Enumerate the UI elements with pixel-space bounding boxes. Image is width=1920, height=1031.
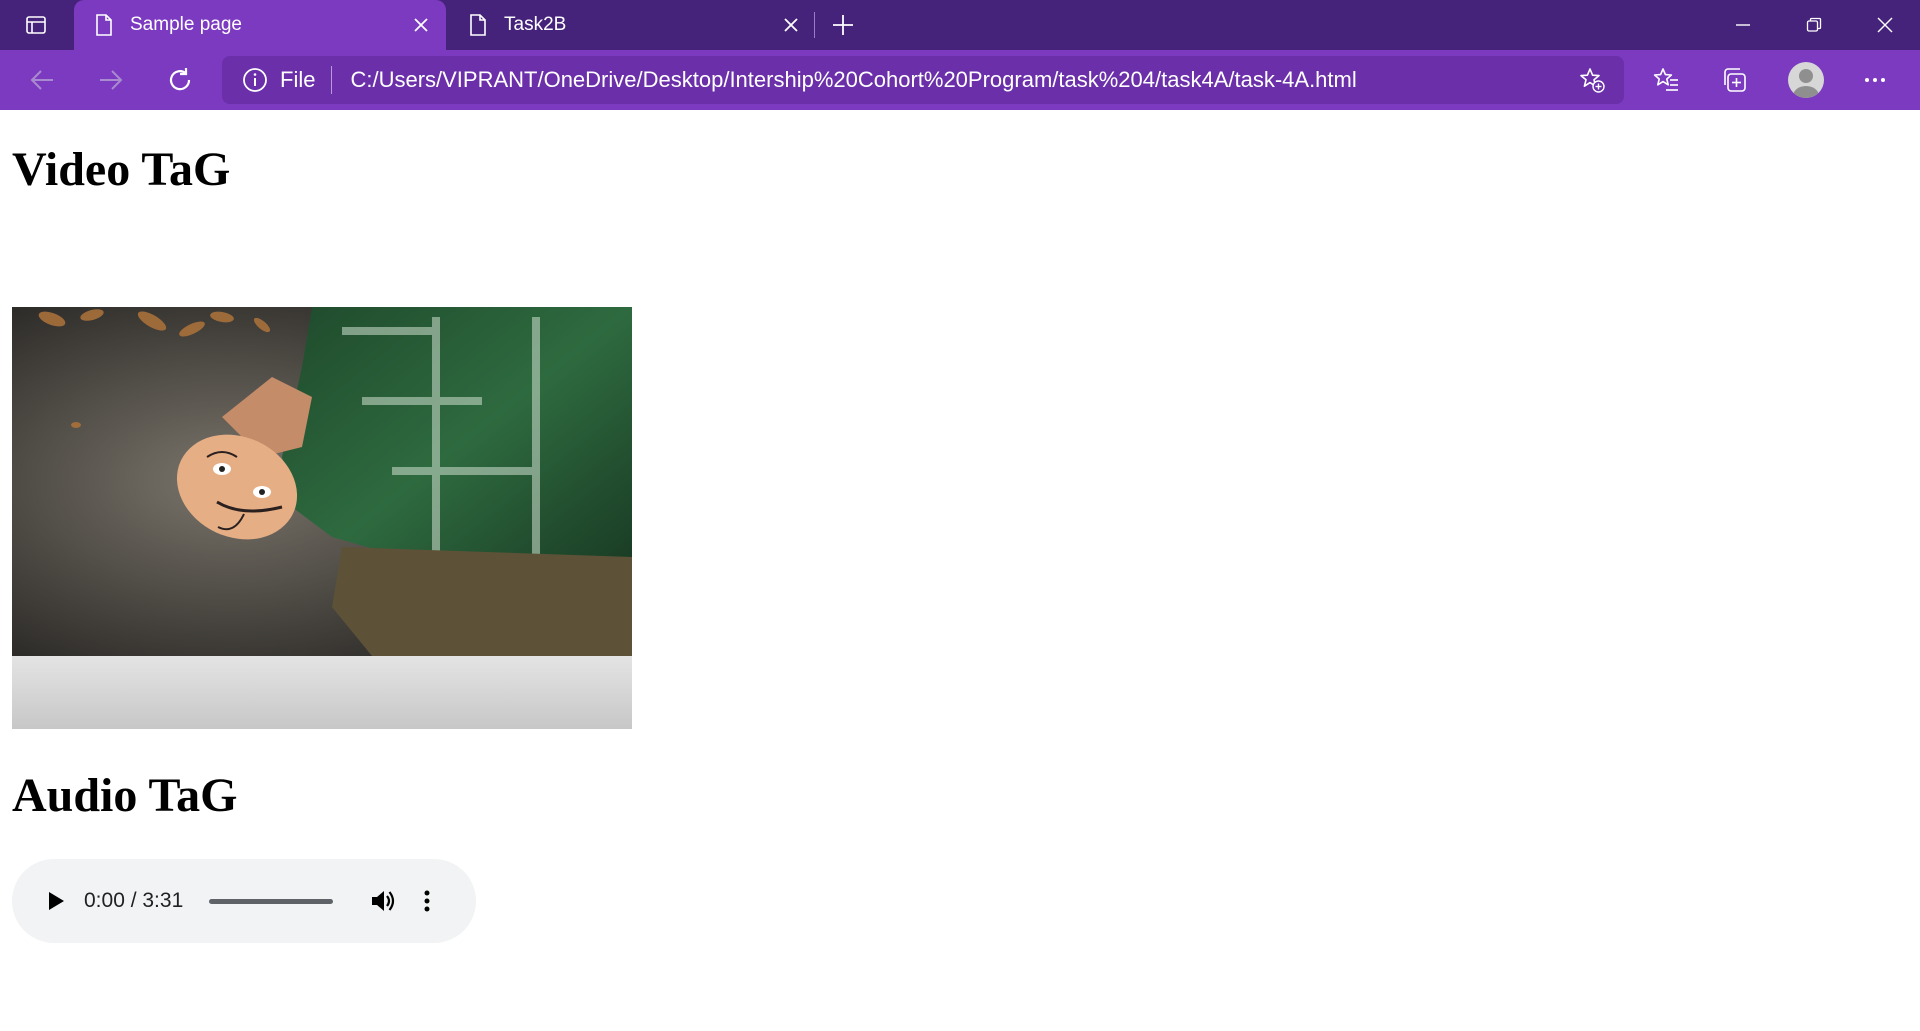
- favorites-button[interactable]: [1643, 58, 1689, 102]
- tab-separator: [814, 12, 815, 38]
- settings-more-button[interactable]: [1852, 58, 1898, 102]
- close-icon: [1877, 17, 1893, 33]
- back-button[interactable]: [20, 58, 64, 102]
- audio-player: 0:00 / 3:31: [12, 859, 476, 943]
- arrow-left-icon: [30, 70, 53, 90]
- video-frame: [12, 307, 632, 656]
- video-player[interactable]: [12, 307, 632, 729]
- new-tab-button[interactable]: [826, 8, 860, 42]
- plus-icon: [833, 15, 853, 35]
- profile-button[interactable]: [1783, 58, 1829, 102]
- audio-more-button[interactable]: [415, 885, 439, 917]
- address-url[interactable]: C:/Users/VIPRANT/OneDrive/Desktop/Inters…: [350, 67, 1572, 93]
- close-tab-icon[interactable]: [776, 10, 806, 40]
- audio-time-display: 0:00 / 3:31: [84, 889, 184, 912]
- address-bar[interactable]: File C:/Users/VIPRANT/OneDrive/Desktop/I…: [222, 56, 1624, 104]
- play-icon: [49, 892, 64, 910]
- audio-seek-bar[interactable]: [209, 898, 334, 904]
- avatar: [1788, 62, 1824, 98]
- video-controls-area[interactable]: [12, 656, 632, 729]
- arrow-right-icon: [100, 70, 123, 90]
- close-tab-icon[interactable]: [406, 10, 436, 40]
- close-window-button[interactable]: [1850, 0, 1920, 50]
- minimize-icon: [1736, 24, 1750, 26]
- page-icon: [94, 13, 114, 37]
- tab-label: Sample page: [130, 14, 242, 35]
- restore-button[interactable]: [1779, 0, 1849, 50]
- site-info-icon[interactable]: [242, 67, 268, 93]
- tab-label: Task2B: [504, 14, 567, 35]
- add-favorite-icon[interactable]: [1572, 60, 1612, 100]
- volume-button[interactable]: [367, 885, 399, 917]
- page-content: Video TaG Audio TaG 0:00 / 3:31: [0, 110, 1920, 1031]
- collections-button[interactable]: [1711, 58, 1757, 102]
- minimize-button[interactable]: [1708, 0, 1778, 50]
- audio-heading: Audio TaG: [12, 769, 238, 822]
- tab-actions-icon: [26, 16, 46, 34]
- browser-toolbar: File C:/Users/VIPRANT/OneDrive/Desktop/I…: [0, 50, 1920, 110]
- file-label: File: [280, 67, 316, 92]
- more-vertical-icon: [424, 890, 430, 912]
- more-horizontal-icon: [1865, 78, 1885, 82]
- page-icon: [468, 13, 488, 37]
- volume-icon: [372, 891, 395, 911]
- refresh-button[interactable]: [158, 58, 202, 102]
- browser-tab-bar: Sample page Task2B: [0, 0, 1920, 50]
- restore-icon: [1806, 17, 1822, 32]
- tab-task2b[interactable]: Task2B: [448, 0, 816, 50]
- play-button[interactable]: [42, 887, 70, 915]
- collections-icon: [1724, 68, 1746, 92]
- tab-actions-button[interactable]: [12, 8, 60, 42]
- favorites-icon: [1653, 68, 1678, 91]
- refresh-icon: [169, 68, 191, 91]
- video-heading: Video TaG: [12, 143, 231, 196]
- address-divider: [331, 66, 333, 94]
- tab-sample-page[interactable]: Sample page: [74, 0, 446, 50]
- forward-button[interactable]: [89, 58, 133, 102]
